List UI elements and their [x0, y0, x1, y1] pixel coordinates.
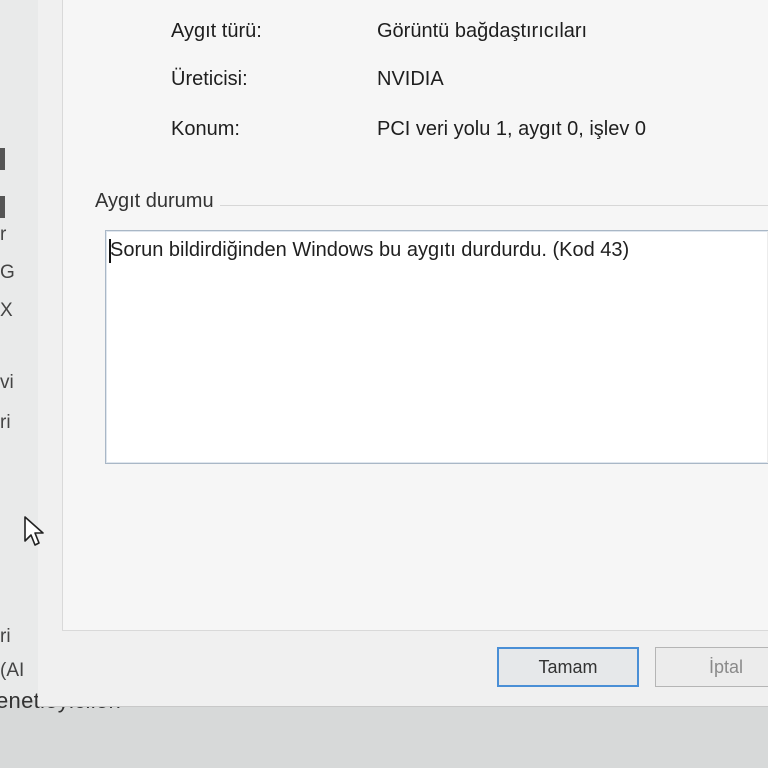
- mouse-pointer-icon: [24, 516, 44, 546]
- location-label: Konum:: [171, 118, 240, 140]
- ok-button[interactable]: Tamam: [497, 647, 639, 687]
- device-status-title: Aygıt durumu: [89, 190, 220, 213]
- manufacturer-value: NVIDIA: [377, 68, 444, 90]
- cancel-button[interactable]: İptal: [655, 647, 768, 687]
- location-value: PCI veri yolu 1, aygıt 0, işlev 0: [377, 118, 647, 140]
- device-properties-dialog: Aygıt türü: Görüntü bağdaştırıcıları Üre…: [38, 0, 768, 707]
- general-tab-page: Aygıt türü: Görüntü bağdaştırıcıları Üre…: [62, 0, 768, 631]
- background-edge-mark: [0, 196, 5, 218]
- device-type-label: Aygıt türü:: [171, 20, 262, 42]
- device-status-textbox[interactable]: Sorun bildirdiğinden Windows bu aygıtı d…: [105, 230, 768, 464]
- background-edge-mark: [0, 148, 5, 170]
- background-window-left: r G X vi ri ri (AI: [0, 0, 39, 768]
- background-fragment: vi: [0, 372, 14, 393]
- background-fragment: (AI: [0, 660, 25, 681]
- background-fragment: ri: [0, 412, 11, 433]
- device-status-text: Sorun bildirdiğinden Windows bu aygıtı d…: [110, 239, 630, 261]
- device-type-value: Görüntü bağdaştırıcıları: [377, 20, 588, 42]
- manufacturer-label: Üreticisi:: [171, 68, 248, 90]
- background-fragment: X: [0, 300, 13, 321]
- background-fragment: r: [0, 224, 7, 245]
- text-caret: [109, 239, 111, 263]
- background-fragment: G: [0, 262, 15, 283]
- background-fragment: ri: [0, 626, 11, 647]
